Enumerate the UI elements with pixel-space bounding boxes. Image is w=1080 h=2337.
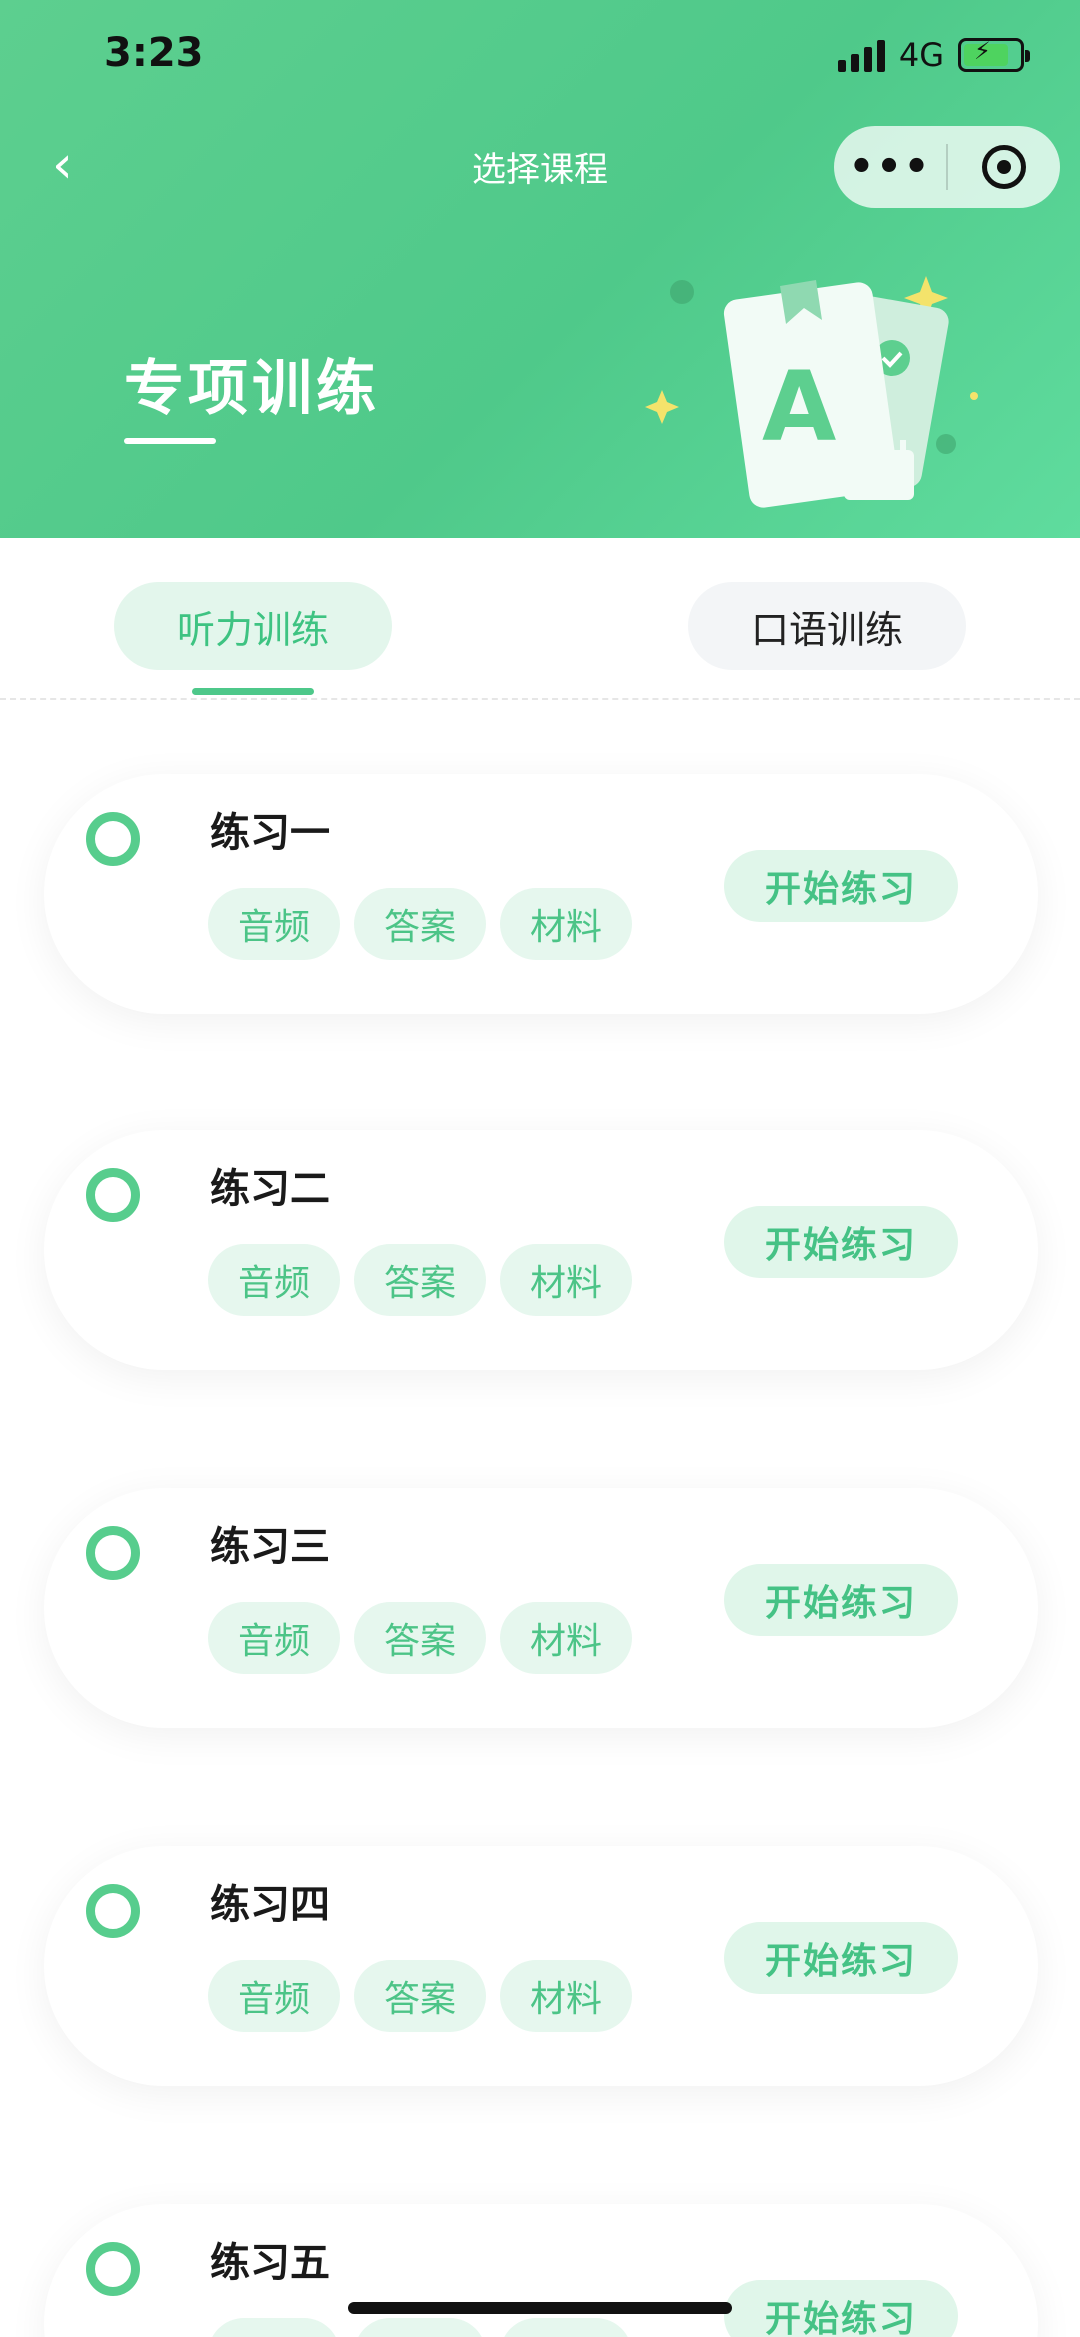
radio-circle-icon[interactable] xyxy=(86,812,140,866)
tab-speaking[interactable]: 口语训练 xyxy=(688,582,966,670)
book-illustration: A xyxy=(645,276,978,508)
tab-listening[interactable]: 听力训练 xyxy=(114,582,392,670)
exercise-card[interactable]: 练习一 音频 答案 材料 开始练习 xyxy=(44,774,1038,1014)
exercise-card[interactable]: 练习二 音频 答案 材料 开始练习 xyxy=(44,1130,1038,1370)
exercise-card[interactable]: 练习五 音频 答案 材料 开始练习 xyxy=(44,2204,1038,2337)
target-icon[interactable] xyxy=(948,145,1060,189)
radio-circle-icon[interactable] xyxy=(86,1526,140,1580)
hero-underline xyxy=(124,438,216,444)
tag-material[interactable]: 材料 xyxy=(500,1244,632,1316)
tag-answer[interactable]: 答案 xyxy=(354,1960,486,2032)
tag-answer[interactable]: 答案 xyxy=(354,1602,486,1674)
network-type: 4G xyxy=(898,36,944,74)
divider xyxy=(0,698,1080,700)
more-dots-icon[interactable]: ••• xyxy=(834,147,946,187)
start-practice-button[interactable]: 开始练习 xyxy=(724,1564,958,1636)
tag-list: 音频 答案 材料 xyxy=(208,1244,632,1316)
hero-title: 专项训练 xyxy=(124,354,380,424)
exercise-title: 练习一 xyxy=(210,810,330,856)
tag-audio[interactable]: 音频 xyxy=(208,2318,340,2337)
exercise-title: 练习五 xyxy=(210,2240,330,2286)
exercise-title: 练习四 xyxy=(210,1882,330,1928)
tag-audio[interactable]: 音频 xyxy=(208,1960,340,2032)
tag-answer[interactable]: 答案 xyxy=(354,1244,486,1316)
tag-audio[interactable]: 音频 xyxy=(208,1244,340,1316)
tag-material[interactable]: 材料 xyxy=(500,888,632,960)
status-indicators: 4G xyxy=(837,36,1030,74)
start-practice-button[interactable]: 开始练习 xyxy=(724,2280,958,2337)
header: 3:23 4G ‹ 选择课程 ••• 专项训练 A xyxy=(0,0,1080,538)
start-practice-button[interactable]: 开始练习 xyxy=(724,850,958,922)
tag-material[interactable]: 材料 xyxy=(500,1602,632,1674)
radio-circle-icon[interactable] xyxy=(86,1884,140,1938)
start-practice-button[interactable]: 开始练习 xyxy=(724,1922,958,1994)
radio-circle-icon[interactable] xyxy=(86,2242,140,2296)
home-indicator[interactable] xyxy=(348,2302,732,2314)
exercise-title: 练习三 xyxy=(210,1524,330,1570)
tag-list: 音频 答案 材料 xyxy=(208,888,632,960)
tag-list: 音频 答案 材料 xyxy=(208,2318,632,2337)
start-practice-button[interactable]: 开始练习 xyxy=(724,1206,958,1278)
tag-audio[interactable]: 音频 xyxy=(208,1602,340,1674)
tag-answer[interactable]: 答案 xyxy=(354,2318,486,2337)
exercise-card[interactable]: 练习四 音频 答案 材料 开始练习 xyxy=(44,1846,1038,2086)
tag-material[interactable]: 材料 xyxy=(500,1960,632,2032)
radio-circle-icon[interactable] xyxy=(86,1168,140,1222)
battery-icon xyxy=(958,37,1030,72)
tag-material[interactable]: 材料 xyxy=(500,2318,632,2337)
tag-list: 音频 答案 材料 xyxy=(208,1960,632,2032)
exercise-card[interactable]: 练习三 音频 答案 材料 开始练习 xyxy=(44,1488,1038,1728)
tag-answer[interactable]: 答案 xyxy=(354,888,486,960)
tab-active-indicator xyxy=(192,688,314,695)
tag-list: 音频 答案 材料 xyxy=(208,1602,632,1674)
status-time: 3:23 xyxy=(104,30,204,76)
exercise-title: 练习二 xyxy=(210,1166,330,1212)
miniprogram-capsule: ••• xyxy=(834,126,1060,208)
illustration-letter: A xyxy=(762,351,836,463)
signal-icon xyxy=(837,38,885,72)
tag-audio[interactable]: 音频 xyxy=(208,888,340,960)
